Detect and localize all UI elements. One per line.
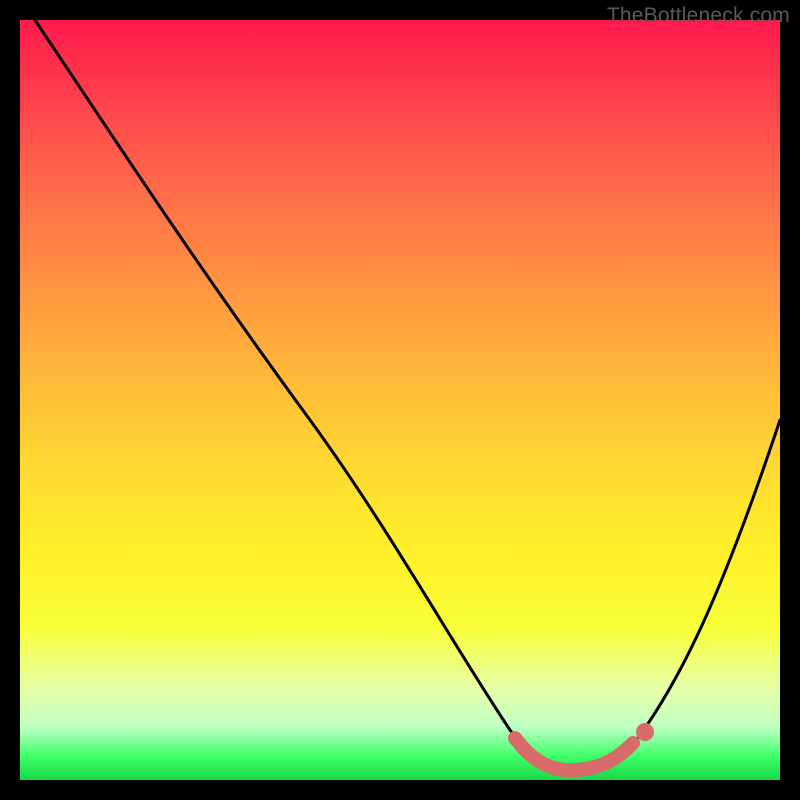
bottleneck-curve <box>35 20 780 770</box>
watermark-text: TheBottleneck.com <box>607 4 790 28</box>
optimal-range-highlight <box>515 738 633 770</box>
curve-layer <box>20 20 780 780</box>
plot-area <box>20 20 780 780</box>
chart-frame: TheBottleneck.com <box>0 0 800 800</box>
optimal-range-endpoint <box>636 723 654 741</box>
